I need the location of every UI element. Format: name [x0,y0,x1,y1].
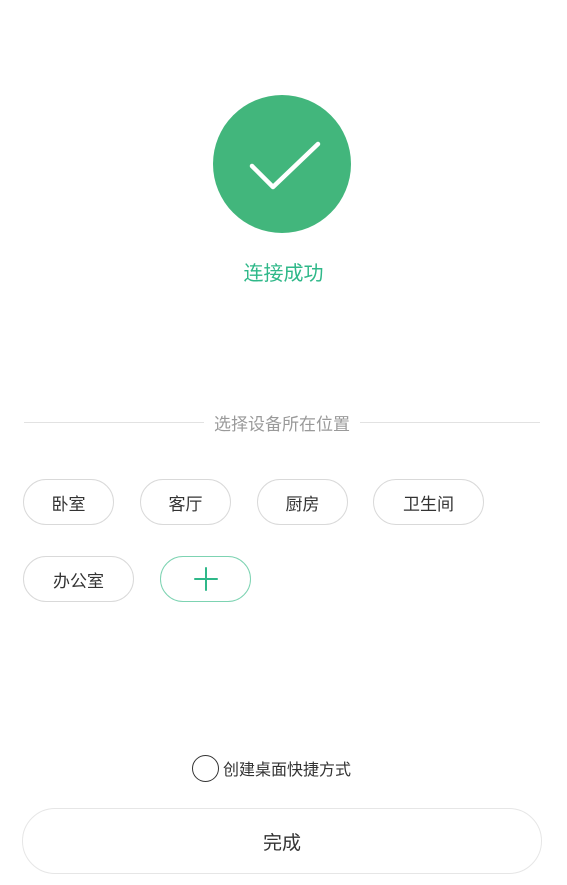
location-section-label: 选择设备所在位置 [214,414,350,435]
room-chip-office[interactable]: 办公室 [23,556,134,602]
success-check-icon [213,95,351,233]
room-chip-kitchen[interactable]: 厨房 [257,479,348,525]
room-chip-bathroom[interactable]: 卫生间 [373,479,484,525]
divider-line-right [360,421,540,423]
room-chip-bedroom[interactable]: 卧室 [23,479,114,525]
room-chip-living-room[interactable]: 客厅 [140,479,231,525]
add-room-button[interactable] [160,556,251,602]
done-button[interactable]: 完成 [22,808,542,874]
shortcut-checkbox[interactable] [192,754,219,782]
create-shortcut-option[interactable]: 创建桌面快捷方式 [192,753,351,783]
connection-status-title: 连接成功 [243,261,324,285]
plus-icon [193,567,218,591]
divider-line-left [24,421,204,423]
check-icon [249,141,321,190]
location-section-divider: 选择设备所在位置 [24,410,540,435]
shortcut-label: 创建桌面快捷方式 [223,760,352,779]
